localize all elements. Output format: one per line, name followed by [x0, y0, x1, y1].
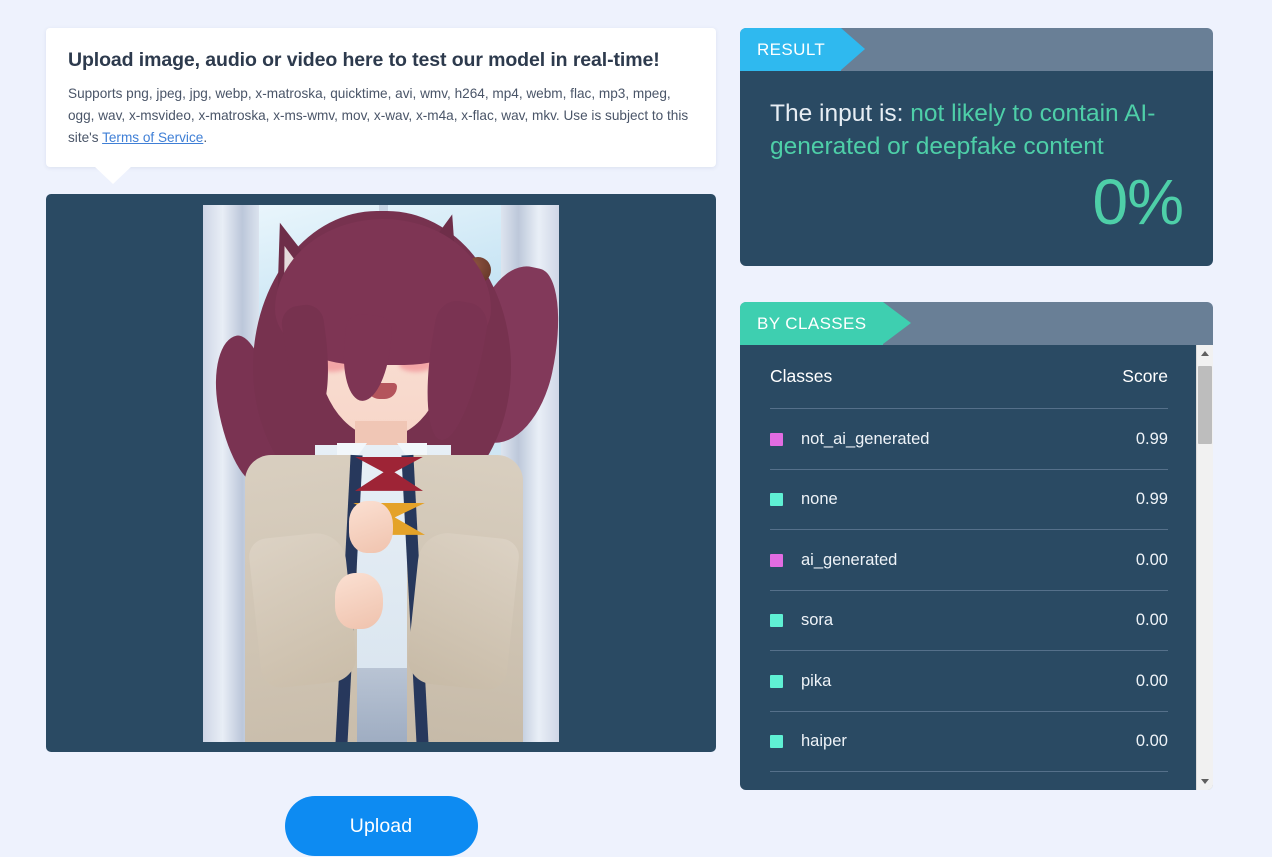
chevron-down-icon: [1201, 779, 1209, 785]
right-column: RESULT The input is: not likely to conta…: [740, 28, 1213, 791]
upload-button-row: Upload: [46, 796, 716, 857]
class-name: sora: [801, 611, 834, 630]
scrollbar-thumb[interactable]: [1198, 366, 1212, 445]
upload-button[interactable]: Upload: [284, 796, 478, 857]
class-name: haiper: [801, 732, 847, 751]
class-score: 0.00: [1135, 732, 1168, 751]
upload-card-title: Upload image, audio or video here to tes…: [68, 49, 660, 71]
anime-illustration: [203, 204, 559, 742]
classes-table: Classes Score not_ai_generated 0.99 none…: [740, 345, 1196, 790]
description-period: .: [203, 130, 208, 146]
result-panel-body: The input is: not likely to contain AI-g…: [740, 71, 1213, 267]
class-score: 0.00: [1135, 550, 1168, 569]
classes-scrollbar[interactable]: [1196, 345, 1213, 791]
column-header-classes: Classes: [770, 366, 833, 387]
by-classes-panel-header: BY CLASSES: [740, 302, 1213, 346]
scrollbar-track[interactable]: [1197, 362, 1213, 774]
result-panel: RESULT The input is: not likely to conta…: [740, 28, 1213, 267]
class-score: 0.00: [1135, 671, 1168, 690]
table-row[interactable]: haiper 0.00: [770, 712, 1168, 773]
class-score: 0.00: [1135, 611, 1168, 630]
by-classes-panel: BY CLASSES Classes Score not_ai_generate…: [740, 302, 1213, 791]
class-name: not_ai_generated: [801, 429, 930, 448]
hand-upper: [349, 500, 393, 553]
column-header-score: Score: [1122, 366, 1168, 387]
card-pointer-tail: [94, 166, 132, 185]
scroll-up-arrow-icon[interactable]: [1197, 345, 1213, 363]
result-prefix: The input is:: [770, 100, 911, 127]
class-name: pika: [801, 671, 832, 690]
chevron-up-icon: [1201, 351, 1209, 357]
table-row[interactable]: not_ai_generated 0.99: [770, 409, 1168, 470]
result-panel-header: RESULT: [740, 28, 1213, 71]
result-tab[interactable]: RESULT: [740, 28, 866, 71]
class-color-swatch: [770, 432, 783, 446]
table-row[interactable]: sora 0.00: [770, 591, 1168, 652]
terms-of-service-link[interactable]: Terms of Service: [102, 130, 203, 145]
hand-lower: [335, 572, 383, 629]
result-percentage: 0%: [1092, 166, 1185, 239]
by-classes-tab[interactable]: BY CLASSES: [740, 302, 910, 346]
by-classes-tab-label: BY CLASSES: [757, 313, 867, 333]
class-color-swatch: [770, 553, 783, 567]
result-statement: The input is: not likely to contain AI-g…: [770, 97, 1183, 163]
upload-info-card: Upload image, audio or video here to tes…: [46, 28, 716, 185]
upload-card-description: Supports png, jpeg, jpg, webp, x-matrosk…: [68, 83, 694, 149]
class-name: none: [801, 490, 838, 509]
class-color-swatch: [770, 674, 783, 688]
table-row[interactable]: ai_generated 0.00: [770, 530, 1168, 591]
class-color-swatch: [770, 614, 783, 628]
class-score: 0.99: [1135, 490, 1168, 509]
app-root: Upload image, audio or video here to tes…: [0, 0, 1272, 857]
class-color-swatch: [770, 493, 783, 507]
sleeve-right: [405, 530, 521, 692]
classes-table-header: Classes Score: [770, 345, 1168, 410]
by-classes-panel-body: Classes Score not_ai_generated 0.99 none…: [740, 345, 1213, 791]
class-score: 0.99: [1135, 429, 1168, 448]
scroll-down-arrow-icon[interactable]: [1197, 773, 1213, 791]
left-column: Upload image, audio or video here to tes…: [46, 28, 716, 857]
class-color-swatch: [770, 735, 783, 749]
uploaded-image-preview: [203, 204, 559, 742]
table-row[interactable]: none 0.99: [770, 470, 1168, 531]
result-tab-label: RESULT: [757, 39, 826, 59]
table-row[interactable]: pika 0.00: [770, 651, 1168, 712]
image-preview-panel[interactable]: [46, 194, 716, 753]
class-name: ai_generated: [801, 550, 898, 569]
